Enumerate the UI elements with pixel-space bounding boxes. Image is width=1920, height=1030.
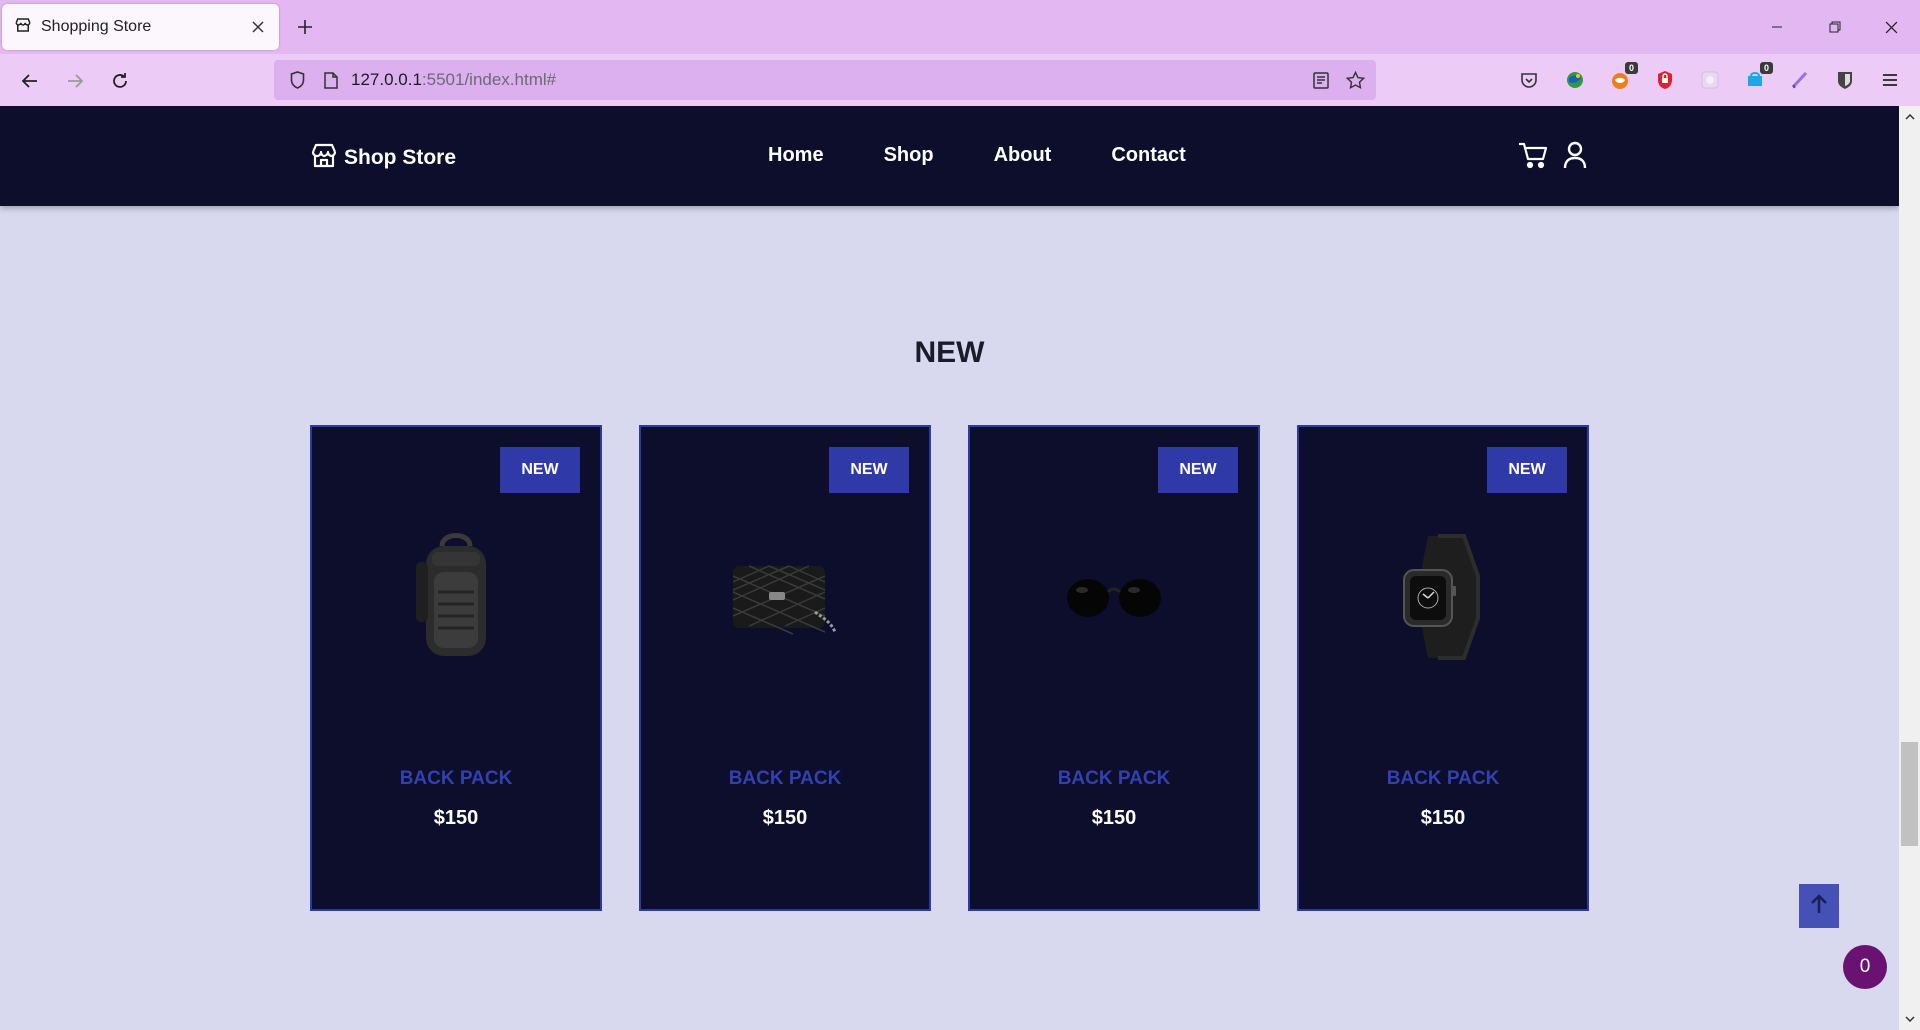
new-badge: NEW [1158,447,1238,493]
faded-extension-icon[interactable] [1696,66,1724,94]
menu-item-home[interactable]: Home [768,144,824,167]
url-host: 127.0.0.1 [351,70,422,89]
product-name[interactable]: BACK PACK [641,768,929,790]
page-icon [316,65,346,95]
handbag-image [641,527,929,667]
new-tab-button[interactable] [290,12,320,42]
main-menu: Home Shop About Contact [768,144,1246,167]
bitwarden-icon[interactable] [1831,66,1859,94]
product-name[interactable]: BACK PACK [970,768,1258,790]
back-button[interactable] [13,64,47,98]
reload-button[interactable] [103,64,137,98]
product-price: $150 [1420,807,1466,829]
forward-button[interactable] [58,64,92,98]
tab-title: Shopping Store [41,18,152,35]
url-path: :5501/index.html# [421,70,557,89]
product-card[interactable]: NEW BACK PACK $150 [1297,425,1589,911]
backpack-image [312,527,600,667]
page-scrollbar[interactable] [1899,106,1920,1030]
scroll-to-top-button[interactable] [1799,884,1839,928]
section-title: NEW [914,336,985,369]
scrollbar-thumb[interactable] [1901,742,1918,846]
logo-text: Shop Store [344,145,457,169]
close-tab-icon[interactable] [243,12,273,42]
new-badge: NEW [1487,447,1567,493]
new-badge: NEW [500,447,580,493]
reader-view-icon[interactable] [1306,65,1336,95]
tab-strip: Shopping Store [0,0,1920,54]
close-window-button[interactable] [1868,12,1914,42]
product-card[interactable]: NEW BACK PACK $150 [310,425,602,911]
pen-extension-icon[interactable] [1786,66,1814,94]
pocket-icon[interactable] [1515,66,1543,94]
scroll-up-arrow-icon[interactable] [1899,108,1920,126]
globe-extension-icon[interactable] [1561,66,1589,94]
menu-item-shop[interactable]: Shop [884,144,934,167]
product-name[interactable]: BACK PACK [312,768,600,790]
new-badge: NEW [829,447,909,493]
blue-extension-icon[interactable]: 0 [1741,62,1773,94]
cart-icon[interactable] [1518,140,1548,170]
bookmark-star-icon[interactable] [1340,65,1370,95]
cart-count-badge[interactable]: 0 [1843,945,1887,989]
hamburger-menu-icon[interactable] [1876,66,1904,94]
product-price: $150 [762,807,808,829]
scroll-down-arrow-icon[interactable] [1899,1010,1920,1028]
product-name[interactable]: BACK PACK [1299,768,1587,790]
address-bar[interactable]: 127.0.0.1:5501/index.html# [274,60,1376,100]
sunglasses-image [970,527,1258,667]
fox-extension-icon[interactable]: 0 [1606,62,1638,94]
product-price: $150 [1091,807,1137,829]
store-favicon-icon [14,16,32,39]
url-text[interactable]: 127.0.0.1:5501/index.html# [351,70,556,90]
product-price: $150 [433,807,479,829]
site-logo[interactable]: Shop Store [310,142,456,173]
tab-shopping-store[interactable]: Shopping Store [2,4,279,50]
user-icon[interactable] [1560,140,1590,170]
site-header: Shop Store Home Shop About Contact [0,106,1899,206]
page-viewport: Shop Store Home Shop About Contact NEW N… [0,106,1899,1030]
shield-icon[interactable] [282,65,312,95]
product-list: NEW BACK PACK $150 NEW BACK PACK $150 NE… [310,425,1626,911]
arrow-up-icon [1809,893,1829,920]
restore-button[interactable] [1812,12,1858,42]
minimize-button[interactable] [1754,12,1800,42]
blue-extension-badge: 0 [1760,62,1773,74]
store-icon [310,142,338,173]
fox-extension-badge: 0 [1625,62,1638,74]
smartwatch-image [1299,527,1587,667]
menu-item-about[interactable]: About [994,144,1052,167]
shield-extension-icon[interactable] [1651,66,1679,94]
product-card[interactable]: NEW BACK PACK $150 [968,425,1260,911]
menu-item-contact[interactable]: Contact [1111,144,1185,167]
product-card[interactable]: NEW BACK PACK $150 [639,425,931,911]
